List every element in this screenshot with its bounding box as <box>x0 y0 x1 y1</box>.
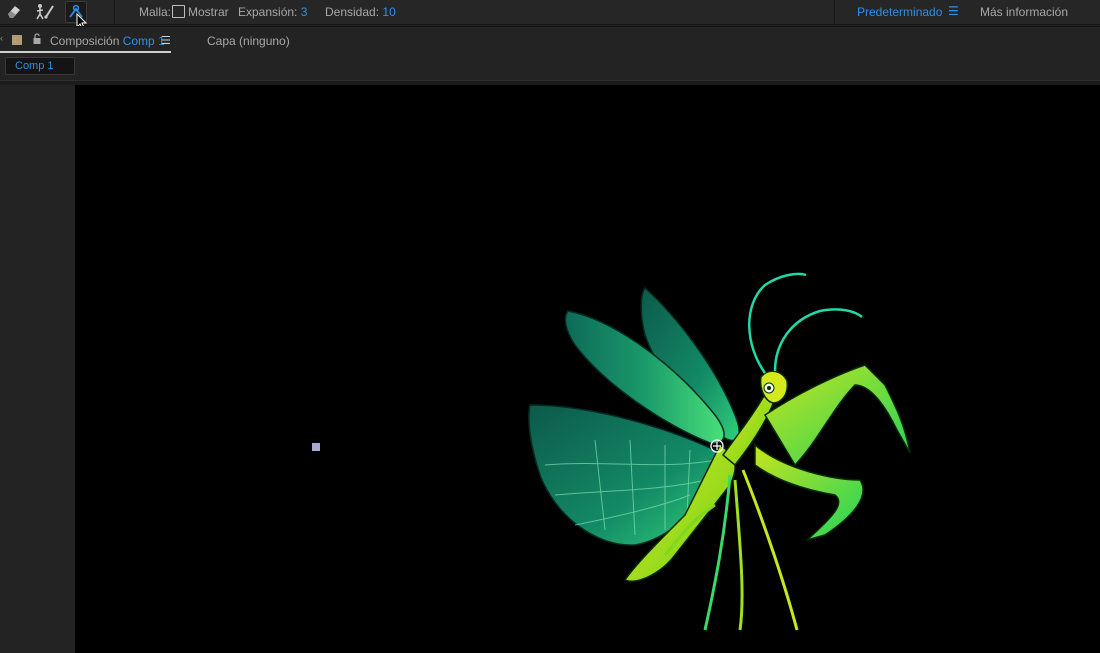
tab-composition-prefix: Composición <box>50 34 120 48</box>
tab-composition-name: Comp 1 <box>122 34 165 48</box>
composition-canvas[interactable] <box>75 85 1100 653</box>
expansion-label: Expansión: <box>238 5 298 19</box>
puppet-brush-icon <box>36 4 54 20</box>
viewer-panel-tabs: ‹ Composición Comp 1 ☰ Capa (ninguno) <box>0 26 1100 54</box>
tools-toolbar: Malla: Mostrar Expansión: 3 Densidad: 10… <box>0 0 1100 31</box>
show-mesh-checkbox-group[interactable]: Mostrar <box>172 5 229 19</box>
comp-chip[interactable]: Comp 1 <box>5 57 75 75</box>
toolbar-separator <box>834 0 835 25</box>
unlock-icon[interactable] <box>32 33 42 45</box>
workspace-more-info[interactable]: Más información <box>980 5 1068 19</box>
density-label: Densidad: <box>325 5 380 19</box>
expansion-control: Expansión: 3 <box>238 5 307 19</box>
toolbar-separator <box>114 0 115 25</box>
show-mesh-checkbox[interactable] <box>172 5 185 18</box>
composition-navigator: Comp 1 <box>0 54 1100 78</box>
puppet-brush-tool-button[interactable] <box>34 1 56 23</box>
eraser-icon <box>8 6 20 18</box>
active-tab-indicator <box>0 51 171 53</box>
expansion-value[interactable]: 3 <box>301 5 308 19</box>
panel-color-swatch <box>12 35 22 45</box>
density-control: Densidad: 10 <box>325 5 396 19</box>
mesh-label: Malla: <box>139 5 172 19</box>
mantis-illustration[interactable] <box>75 85 1100 653</box>
workspace-menu-icon[interactable]: ☰ <box>948 4 959 18</box>
panel-scroll-left-icon[interactable]: ‹ <box>0 33 3 43</box>
density-value[interactable]: 10 <box>382 5 395 19</box>
tab-composition[interactable]: Composición Comp 1 <box>50 34 165 48</box>
workspace-default[interactable]: Predeterminado <box>857 5 942 19</box>
tab-menu-icon[interactable]: ☰ <box>161 34 171 47</box>
tab-layer[interactable]: Capa (ninguno) <box>207 34 290 48</box>
eraser-tool-button[interactable] <box>3 1 25 23</box>
show-mesh-label: Mostrar <box>188 5 229 19</box>
